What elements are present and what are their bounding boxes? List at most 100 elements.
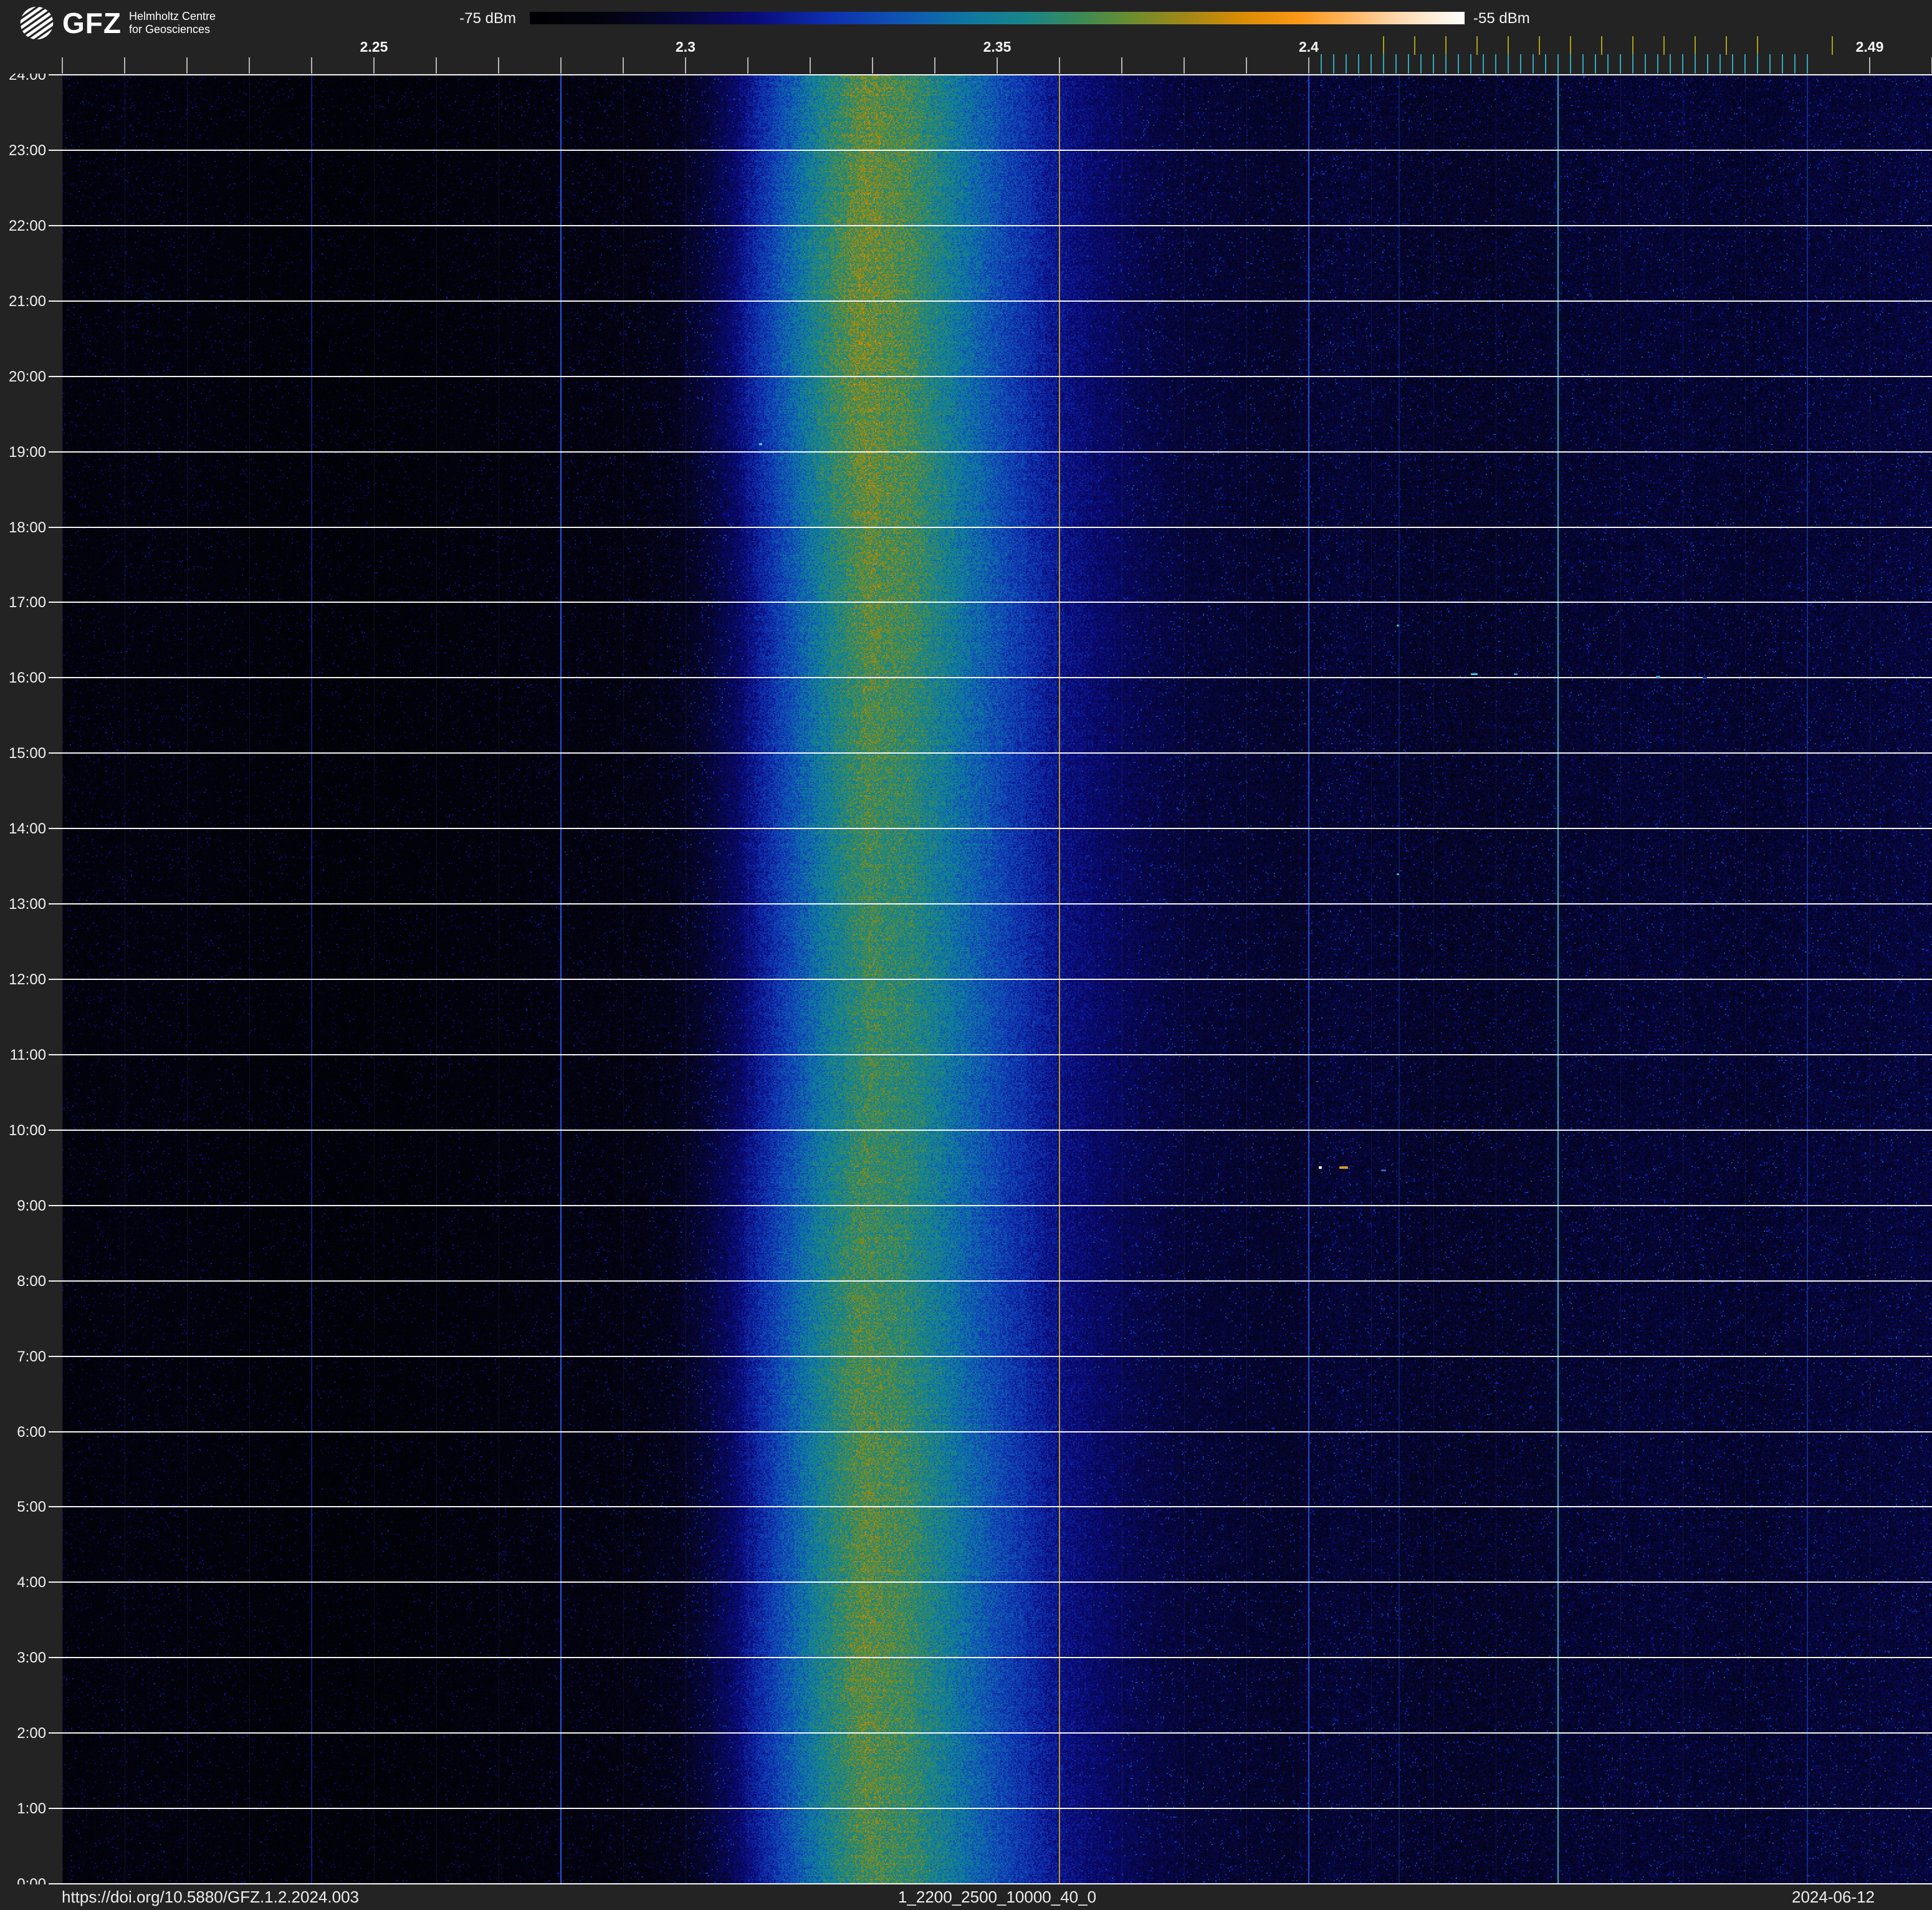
ble-channel-tick: [1508, 54, 1509, 74]
hour-gridline: [49, 1054, 1932, 1055]
transient-blip: [1339, 1166, 1348, 1169]
time-tick-label: 5:00: [0, 1499, 46, 1516]
ble-channel-tick: [1333, 54, 1334, 74]
freq-tick: [311, 57, 312, 74]
hour-gridline: [49, 602, 1932, 603]
time-tick-label: 1:00: [0, 1800, 46, 1818]
time-tick-label: 7:00: [0, 1348, 46, 1366]
time-tick-label: 21:00: [0, 293, 46, 310]
hour-gridline: [49, 1808, 1932, 1809]
ble-channel-tick: [1483, 54, 1484, 74]
header: GFZ Helmholtz Centre for Geosciences -75…: [0, 0, 1932, 74]
time-tick-label: 3:00: [0, 1649, 46, 1667]
time-tick-label: 18:00: [0, 519, 46, 537]
ble-channel-tick: [1408, 54, 1409, 74]
ble-channel-tick: [1520, 54, 1521, 74]
hour-gridline: [49, 451, 1932, 453]
freq-tick: [685, 57, 686, 74]
gfz-globe-icon: [19, 5, 55, 41]
time-tick-label: 22:00: [0, 218, 46, 235]
wifi-channel-tick: [1539, 36, 1540, 55]
freq-tick: [186, 57, 188, 74]
ble-channel-tick: [1632, 54, 1633, 74]
hour-gridline: [49, 225, 1932, 226]
hour-gridline: [49, 1130, 1932, 1131]
ble-channel-tick: [1645, 54, 1646, 74]
hour-gridline: [49, 1506, 1932, 1507]
time-tick-label: 15:00: [0, 745, 46, 762]
wifi-channel-tick: [1663, 36, 1665, 55]
freq-tick: [436, 57, 437, 74]
freq-tick: [1121, 57, 1122, 74]
time-tick-label: 8:00: [0, 1273, 46, 1290]
ble-channel-tick: [1670, 54, 1671, 74]
time-tick-label: 17:00: [0, 594, 46, 612]
wifi-channel-tick: [1832, 36, 1833, 55]
freq-tick: [1059, 57, 1060, 74]
ble-channel-tick: [1545, 54, 1546, 74]
ble-channel-tick: [1719, 54, 1721, 74]
brand-subtitle-line1: Helmholtz Centre: [129, 10, 216, 23]
freq-tick: [249, 57, 250, 74]
wifi-channel-tick: [1726, 36, 1727, 55]
hour-gridline: [49, 828, 1932, 829]
hour-gridline: [49, 376, 1932, 377]
ble-channel-tick: [1807, 54, 1808, 74]
brand-subtitle: Helmholtz Centre for Geosciences: [129, 10, 216, 36]
transient-blip: [1397, 873, 1399, 875]
wifi-channel-tick: [1601, 36, 1602, 55]
freq-tick: [1869, 57, 1870, 74]
time-tick-label: 14:00: [0, 820, 46, 838]
time-tick-label: 23:00: [0, 142, 46, 160]
hour-gridline: [49, 1280, 1932, 1282]
hour-gridline: [49, 1356, 1932, 1357]
ble-channel-tick: [1657, 54, 1658, 74]
ble-channel-tick: [1495, 54, 1496, 74]
ble-channel-tick: [1582, 54, 1584, 74]
hour-gridline: [49, 1581, 1932, 1583]
ble-channel-tick: [1470, 54, 1471, 74]
hour-gridline: [49, 1431, 1932, 1432]
freq-tick-label: 2.3: [661, 39, 710, 55]
ble-channel-tick: [1395, 54, 1397, 74]
wifi-channel-tick: [1632, 36, 1633, 55]
ble-channel-tick: [1321, 54, 1322, 74]
hour-gridline: [49, 300, 1932, 302]
freq-tick: [560, 57, 562, 74]
freq-tick: [124, 57, 125, 74]
ble-channel-tick: [1732, 54, 1733, 74]
freq-tick: [623, 57, 624, 74]
ble-channel-tick: [1533, 54, 1534, 74]
ble-channel-tick: [1346, 54, 1347, 74]
transient-blip: [1319, 1166, 1322, 1169]
ble-channel-tick: [1445, 54, 1447, 74]
ble-channel-tick: [1595, 54, 1596, 74]
wifi-channel-tick: [1445, 36, 1447, 55]
transient-blip: [1656, 676, 1660, 678]
wifi-channel-tick: [1757, 36, 1758, 55]
freq-tick-label: 2.25: [349, 39, 399, 55]
freq-tick: [1184, 57, 1185, 74]
spectrogram-page: GFZ Helmholtz Centre for Geosciences -75…: [0, 0, 1932, 1910]
freq-tick: [934, 57, 935, 74]
ble-channel-tick: [1370, 54, 1372, 74]
time-tick-label: 19:00: [0, 444, 46, 461]
ble-channel-tick: [1607, 54, 1609, 74]
freq-tick-label: 2.49: [1845, 39, 1895, 55]
footer: https://doi.org/10.5880/GFZ.1.2.2024.003…: [0, 1884, 1932, 1910]
ble-channel-tick: [1782, 54, 1783, 74]
wifi-channel-tick: [1414, 36, 1415, 55]
time-tick-label: 2:00: [0, 1725, 46, 1742]
freq-tick: [62, 57, 63, 74]
time-tick-label: 16:00: [0, 669, 46, 687]
time-tick-label: 11:00: [0, 1047, 46, 1064]
freq-tick: [1246, 57, 1247, 74]
hour-gridline: [49, 150, 1932, 151]
colorbar-max-label: -55 dBm: [1473, 11, 1530, 26]
wifi-channel-tick: [1570, 36, 1571, 55]
freq-tick: [498, 57, 499, 74]
time-tick-label: 9:00: [0, 1197, 46, 1215]
hour-gridline: [49, 1657, 1932, 1658]
ble-channel-tick: [1682, 54, 1683, 74]
wifi-channel-tick: [1508, 36, 1509, 55]
